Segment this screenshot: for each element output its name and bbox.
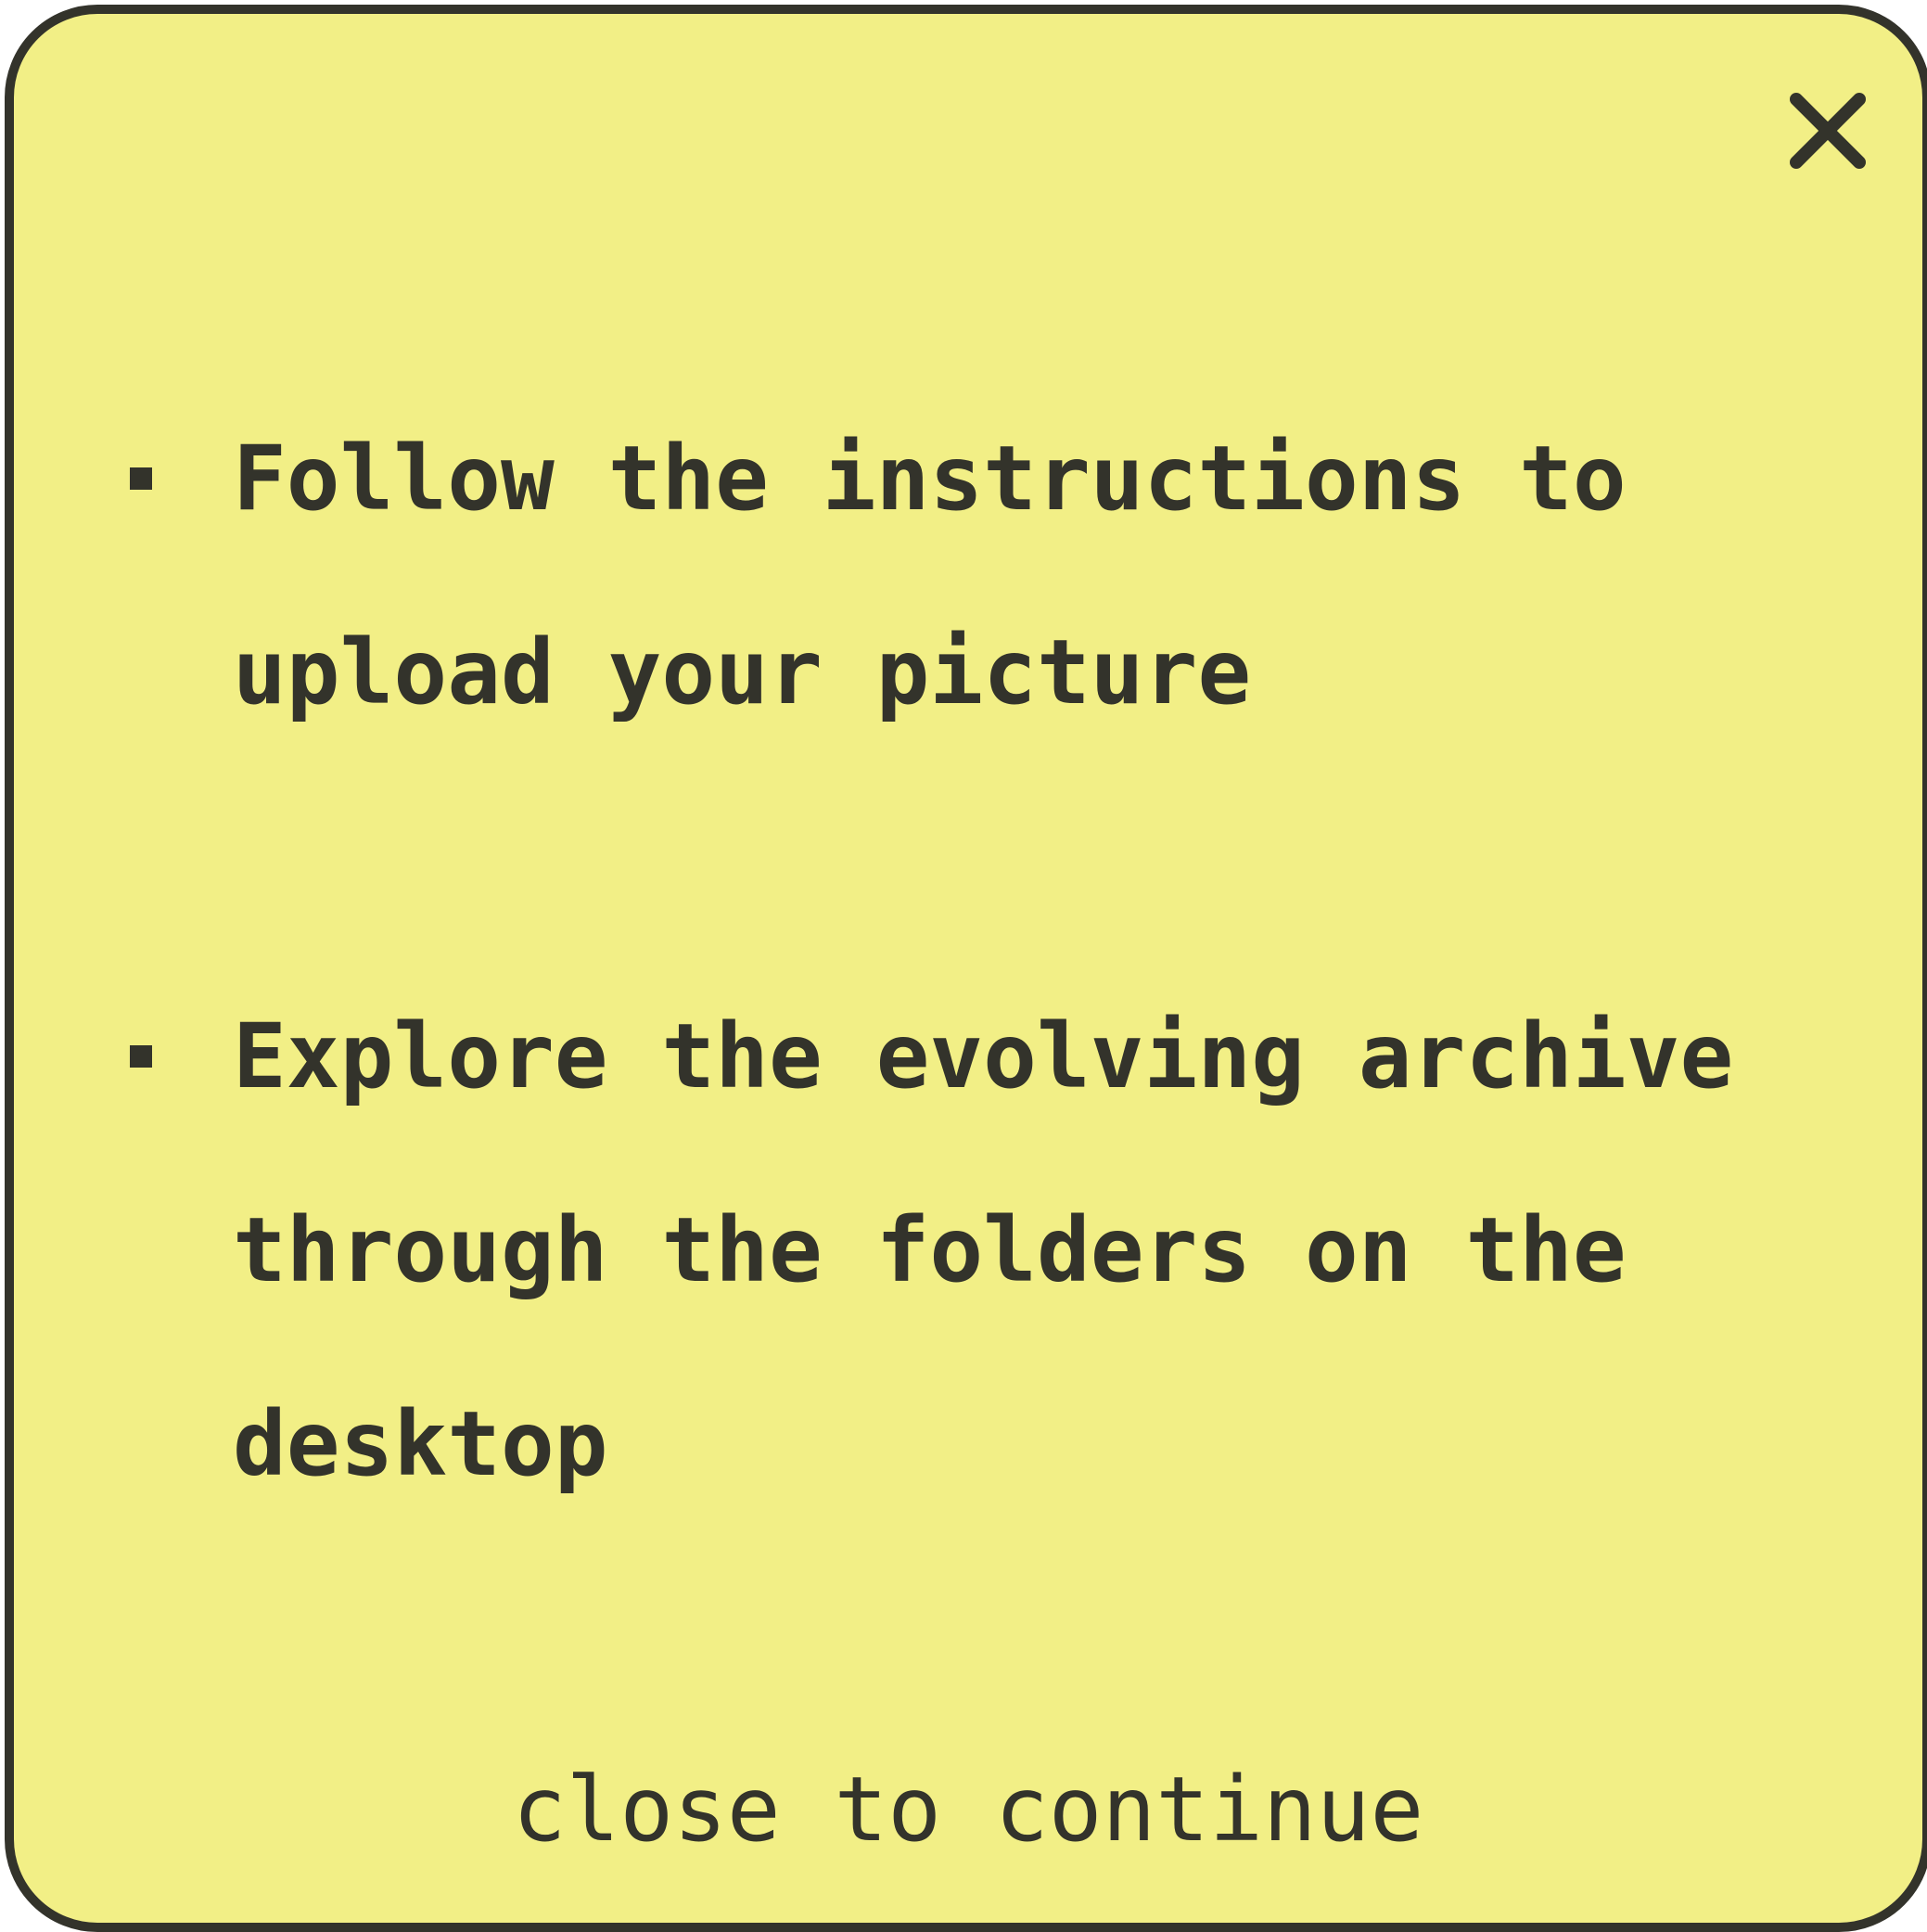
instruction-text: Explore the evolving archive through the… xyxy=(233,1004,1734,1496)
instruction-text: Follow the instructions to upload your p… xyxy=(233,427,1627,724)
bullet-square-icon xyxy=(130,467,152,490)
instruction-list: Follow the instructions to upload your p… xyxy=(14,14,1922,1923)
close-to-continue-link[interactable]: close to continue xyxy=(14,1754,1922,1865)
bullet-square-icon xyxy=(130,1045,152,1068)
instructions-dialog: Follow the instructions to upload your p… xyxy=(5,5,1927,1932)
